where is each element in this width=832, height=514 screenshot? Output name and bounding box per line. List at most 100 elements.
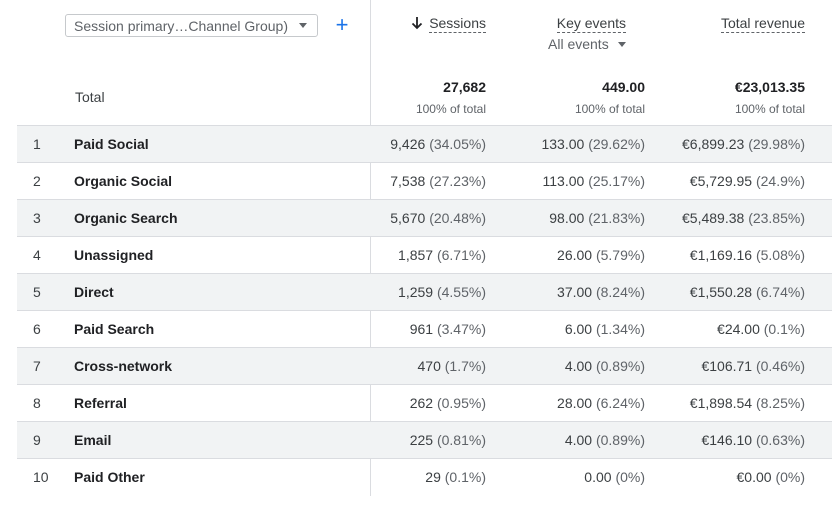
revenue-cell: €6,899.23 (29.98%) xyxy=(682,126,805,162)
sessions-cell: 470 (1.7%) xyxy=(418,348,486,384)
row-index: 8 xyxy=(33,395,41,411)
total-key-events-percent: 100% of total xyxy=(574,102,645,116)
total-sessions: 27,682 xyxy=(443,79,486,95)
revenue-value: €0.00 xyxy=(736,469,772,485)
row-index: 4 xyxy=(33,247,41,263)
row-index: 3 xyxy=(33,210,41,226)
sessions-cell: 262 (0.95%) xyxy=(410,385,486,421)
add-dimension-button[interactable]: + xyxy=(332,12,352,38)
key-events-percent: (25.17%) xyxy=(588,173,645,189)
table-row[interactable]: 8 Referral 262 (0.95%) 28.00 (6.24%) €1,898.… xyxy=(17,384,832,421)
sessions-header-label: Sessions xyxy=(429,15,486,33)
revenue-percent: (5.08%) xyxy=(755,247,805,263)
key-events-cell: 0.00 (0%) xyxy=(584,459,645,495)
revenue-percent: (23.85%) xyxy=(748,210,805,226)
key-events-percent: (21.83%) xyxy=(588,210,645,226)
revenue-cell: €1,169.16 (5.08%) xyxy=(690,237,805,273)
key-events-value: 98.00 xyxy=(549,210,585,226)
key-events-cell: 28.00 (6.24%) xyxy=(557,385,645,421)
channel-name: Organic Search xyxy=(74,210,178,226)
sessions-percent: (27.23%) xyxy=(429,173,486,189)
sessions-cell: 5,670 (20.48%) xyxy=(390,200,486,236)
sessions-cell: 9,426 (34.05%) xyxy=(390,126,486,162)
table-row[interactable]: 10 Paid Other 29 (0.1%) 0.00 (0%) €0.00 (0%) xyxy=(17,458,832,495)
total-key-events: 449.00 xyxy=(602,79,645,95)
channel-name: Referral xyxy=(74,395,127,411)
sessions-value: 1,259 xyxy=(398,284,434,300)
sessions-cell: 7,538 (27.23%) xyxy=(390,163,486,199)
sessions-percent: (1.7%) xyxy=(444,358,486,374)
table-row[interactable]: 9 Email 225 (0.81%) 4.00 (0.89%) €146.10 (0.… xyxy=(17,421,832,458)
key-events-cell: 98.00 (21.83%) xyxy=(549,200,645,236)
table-row[interactable]: 1 Paid Social 9,426 (34.05%) 133.00 (29.62%… xyxy=(17,125,832,162)
report-table: Session primary…Channel Group) + Session… xyxy=(0,0,832,514)
sessions-percent: (34.05%) xyxy=(429,136,486,152)
sessions-value: 29 xyxy=(425,469,441,485)
table-row[interactable]: 2 Organic Social 7,538 (27.23%) 113.00 (25.… xyxy=(17,162,832,199)
key-events-value: 0.00 xyxy=(584,469,612,485)
total-label: Total xyxy=(75,89,105,105)
row-index: 5 xyxy=(33,284,41,300)
sessions-cell: 225 (0.81%) xyxy=(410,422,486,458)
channel-name: Organic Social xyxy=(74,173,173,189)
channel-name: Unassigned xyxy=(74,247,154,263)
revenue-percent: (6.74%) xyxy=(755,284,805,300)
channel-name: Paid Social xyxy=(74,136,149,152)
sessions-value: 5,670 xyxy=(390,210,426,226)
sessions-percent: (3.47%) xyxy=(436,321,486,337)
revenue-cell: €24.00 (0.1%) xyxy=(717,311,805,347)
dimension-selector[interactable]: Session primary…Channel Group) xyxy=(65,14,318,37)
event-filter-dropdown[interactable]: All events xyxy=(548,36,626,52)
key-events-percent: (29.62%) xyxy=(588,136,645,152)
revenue-percent: (0%) xyxy=(775,469,805,485)
revenue-percent: (0.46%) xyxy=(755,358,805,374)
key-events-value: 28.00 xyxy=(557,395,593,411)
key-events-cell: 26.00 (5.79%) xyxy=(557,237,645,273)
revenue-column-header[interactable]: Total revenue xyxy=(720,15,805,33)
table-row[interactable]: 7 Cross-network 470 (1.7%) 4.00 (0.89%) €106… xyxy=(17,347,832,384)
sessions-value: 961 xyxy=(409,321,434,337)
sessions-cell: 29 (0.1%) xyxy=(425,459,486,495)
table-row[interactable]: 6 Paid Search 961 (3.47%) 6.00 (1.34%) €24.0… xyxy=(17,310,832,347)
channel-name: Paid Search xyxy=(74,321,155,337)
sessions-cell: 961 (3.47%) xyxy=(410,311,486,347)
revenue-value: €1,550.28 xyxy=(689,284,753,300)
revenue-percent: (8.25%) xyxy=(755,395,805,411)
sessions-percent: (4.55%) xyxy=(436,284,486,300)
sessions-value: 225 xyxy=(409,432,434,448)
row-index: 9 xyxy=(33,432,41,448)
sessions-value: 262 xyxy=(409,395,434,411)
revenue-cell: €5,489.38 (23.85%) xyxy=(682,200,805,236)
table-row[interactable]: 4 Unassigned 1,857 (6.71%) 26.00 (5.79%) €1,… xyxy=(17,236,832,273)
revenue-value: €5,729.95 xyxy=(689,173,753,189)
channel-name: Cross-network xyxy=(74,358,173,374)
revenue-percent: (0.63%) xyxy=(755,432,805,448)
table-row[interactable]: 5 Direct 1,259 (4.55%) 37.00 (8.24%) €1,550.… xyxy=(17,273,832,310)
total-revenue: €23,013.35 xyxy=(734,79,805,95)
key-events-percent: (0%) xyxy=(615,469,645,485)
key-events-percent: (0.89%) xyxy=(595,358,645,374)
table-row[interactable]: 3 Organic Search 5,670 (20.48%) 98.00 (21.8… xyxy=(17,199,832,236)
key-events-cell: 4.00 (0.89%) xyxy=(565,422,645,458)
sessions-cell: 1,857 (6.71%) xyxy=(398,237,486,273)
key-events-value: 4.00 xyxy=(564,432,593,448)
sessions-value: 7,538 xyxy=(390,173,426,189)
key-events-cell: 4.00 (0.89%) xyxy=(565,348,645,384)
revenue-value: €1,169.16 xyxy=(689,247,753,263)
revenue-value: €6,899.23 xyxy=(682,136,745,152)
revenue-percent: (29.98%) xyxy=(748,136,805,152)
sessions-column-header[interactable]: Sessions xyxy=(411,15,486,33)
revenue-percent: (24.9%) xyxy=(755,173,805,189)
row-index: 6 xyxy=(33,321,41,337)
key-events-value: 37.00 xyxy=(557,284,593,300)
key-events-column-header[interactable]: Key events xyxy=(556,15,626,33)
sessions-value: 9,426 xyxy=(390,136,426,152)
caret-down-icon xyxy=(617,41,626,47)
channel-name: Paid Other xyxy=(74,469,145,485)
sessions-percent: (0.81%) xyxy=(436,432,486,448)
revenue-cell: €146.10 (0.63%) xyxy=(701,422,805,458)
revenue-value: €24.00 xyxy=(717,321,760,337)
revenue-header-label: Total revenue xyxy=(720,15,805,33)
key-events-header-label: Key events xyxy=(556,15,626,33)
sessions-percent: (20.48%) xyxy=(429,210,486,226)
